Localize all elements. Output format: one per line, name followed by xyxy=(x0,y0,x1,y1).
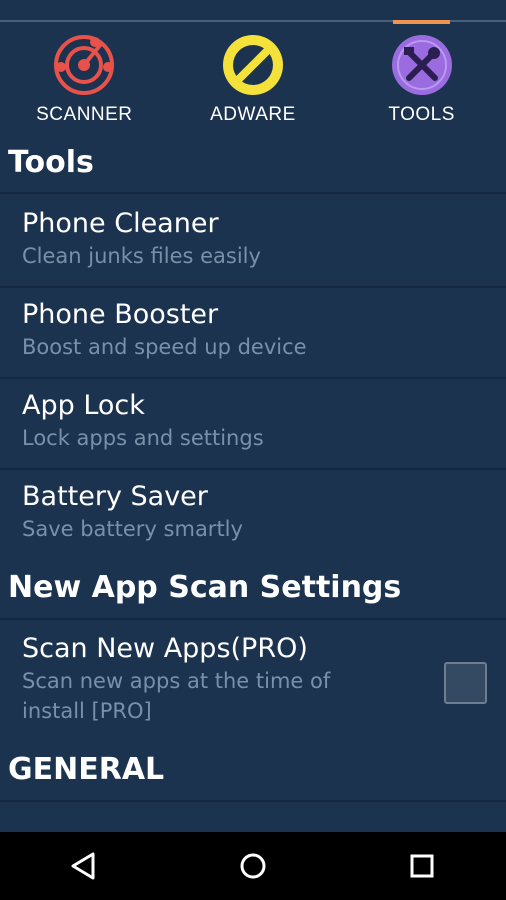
home-button[interactable] xyxy=(223,836,283,896)
divider xyxy=(0,468,506,470)
item-subtitle-line1: Scan new apps at the time of xyxy=(22,669,331,693)
tools-icon xyxy=(389,32,455,98)
tab-label: TOOLS xyxy=(388,104,455,125)
section-header-tools: Tools xyxy=(8,145,94,180)
divider xyxy=(0,286,506,288)
list-item-app-lock[interactable]: App Lock Lock apps and settings xyxy=(0,389,506,453)
prohibited-icon xyxy=(220,32,286,98)
item-title: App Lock xyxy=(22,390,145,421)
list-item-phone-cleaner[interactable]: Phone Cleaner Clean junks files easily xyxy=(0,207,506,271)
system-nav-bar xyxy=(0,832,506,900)
divider xyxy=(0,377,506,379)
tab-tools[interactable]: TOOLS xyxy=(337,20,506,142)
item-subtitle: Lock apps and settings xyxy=(22,426,264,450)
section-header-general: GENERAL xyxy=(8,752,165,787)
divider xyxy=(0,192,506,194)
item-subtitle: Clean junks files easily xyxy=(22,244,261,268)
recents-button[interactable] xyxy=(392,836,452,896)
tab-bar: SCANNER ADWARE TOOLS xyxy=(0,20,506,142)
tab-label: SCANNER xyxy=(36,104,133,125)
divider xyxy=(0,800,506,802)
back-icon xyxy=(71,852,95,880)
recents-icon xyxy=(410,854,434,878)
item-subtitle: Boost and speed up device xyxy=(22,335,307,359)
item-title: Phone Cleaner xyxy=(22,208,219,239)
tab-label: ADWARE xyxy=(210,104,296,125)
list-item-phone-booster[interactable]: Phone Booster Boost and speed up device xyxy=(0,298,506,362)
item-title: Scan New Apps(PRO) xyxy=(22,633,308,664)
tab-scanner[interactable]: SCANNER xyxy=(0,22,169,142)
list-item-scan-new-apps[interactable]: Scan New Apps(PRO) Scan new apps at the … xyxy=(0,632,420,726)
scan-new-apps-checkbox[interactable] xyxy=(444,662,487,704)
back-button[interactable] xyxy=(54,836,114,896)
home-icon xyxy=(240,853,266,879)
top-bar xyxy=(0,0,506,22)
item-title: Phone Booster xyxy=(22,299,219,330)
radar-icon xyxy=(51,32,117,98)
item-subtitle-line2: install [PRO] xyxy=(22,699,152,723)
selected-tab-indicator xyxy=(393,20,451,24)
list-item-battery-saver[interactable]: Battery Saver Save battery smartly xyxy=(0,480,506,544)
tab-adware[interactable]: ADWARE xyxy=(169,22,338,142)
divider xyxy=(0,618,506,620)
item-title: Battery Saver xyxy=(22,481,208,512)
item-subtitle: Save battery smartly xyxy=(22,517,243,541)
section-header-new-app-scan: New App Scan Settings xyxy=(8,570,402,605)
